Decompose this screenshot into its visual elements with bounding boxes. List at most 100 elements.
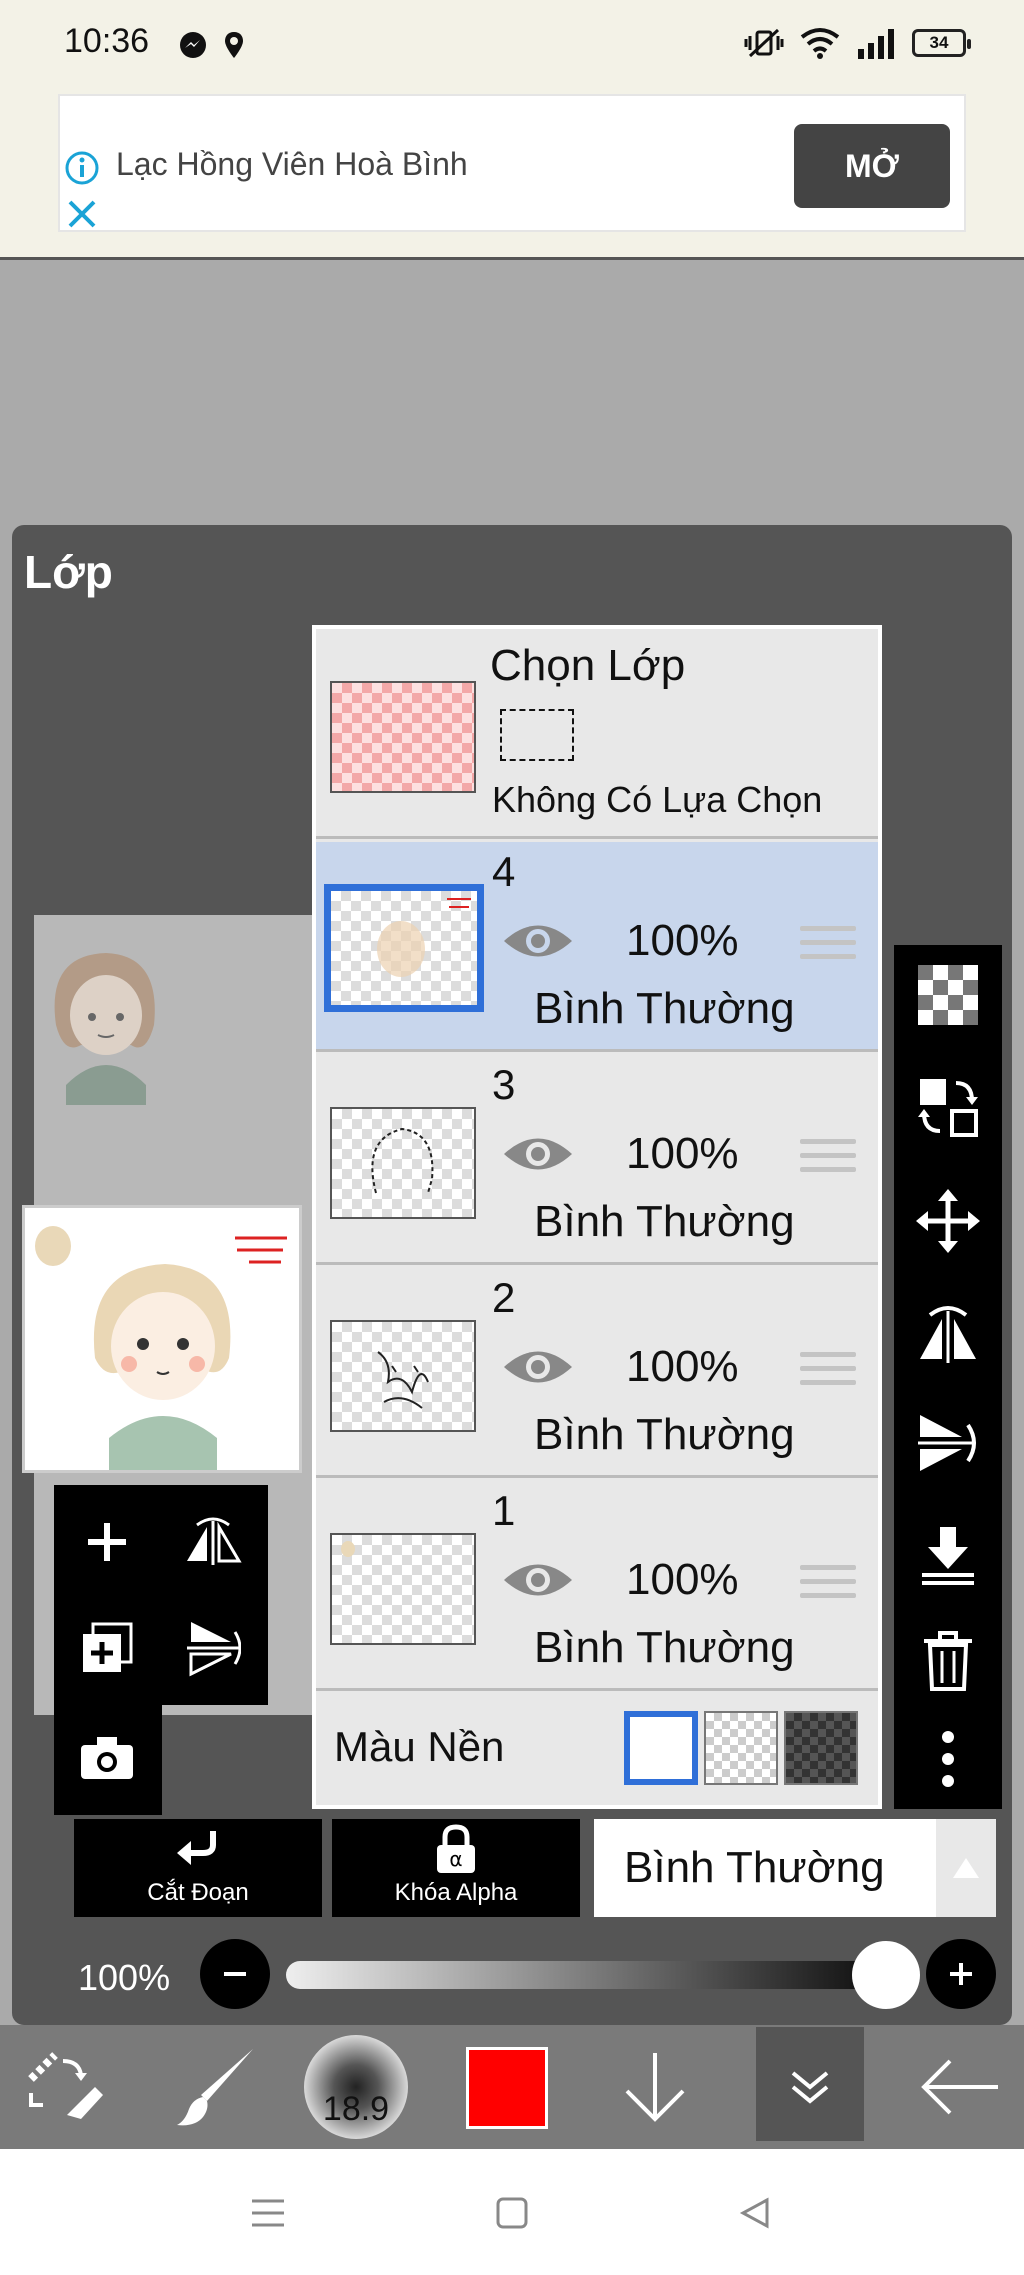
- clipping-label: Cắt Đoạn: [147, 1879, 249, 1906]
- nav-menu-button[interactable]: [238, 2183, 298, 2243]
- blend-mode-select[interactable]: Bình Thường: [594, 1819, 946, 1917]
- panel-title: Lớp: [24, 546, 113, 598]
- layer-row-3[interactable]: 3 100% Bình Thường: [316, 1055, 878, 1265]
- location-icon: [225, 32, 243, 58]
- layer-panel-toggle-button[interactable]: [756, 2027, 864, 2141]
- battery-icon: 34: [912, 29, 971, 57]
- alpha-lock-button[interactable]: α Khóa Alpha: [332, 1819, 580, 1917]
- flip-horizontal-icon: [187, 1517, 242, 1565]
- selection-layer-title: Chọn Lớp: [490, 641, 686, 690]
- status-right-icons: 34: [744, 26, 971, 60]
- trash-icon: [924, 1631, 972, 1691]
- delete-layer-button[interactable]: [908, 1621, 988, 1701]
- camera-button[interactable]: [62, 1713, 152, 1803]
- layer-thumbnail-drawing: [377, 898, 471, 977]
- drag-handle-icon[interactable]: [800, 1139, 856, 1179]
- layer-thumbnail: [330, 1107, 476, 1219]
- layer-row-2[interactable]: 2 100% Bình Thường: [316, 1268, 878, 1478]
- drag-handle-icon[interactable]: [800, 1565, 856, 1605]
- ad-title[interactable]: Lạc Hồng Viên Hoà Bình: [116, 146, 468, 183]
- home-square-icon: [496, 2197, 528, 2229]
- opacity-label: 100%: [78, 1957, 171, 1998]
- flip-vertical-layer-button[interactable]: [908, 1403, 988, 1483]
- eye-icon[interactable]: [500, 916, 576, 966]
- layer-opacity: 100%: [626, 1555, 739, 1604]
- brush-tool-button[interactable]: [160, 2025, 270, 2149]
- color-button[interactable]: [466, 2047, 548, 2129]
- blend-mode-dropdown-button[interactable]: [936, 1819, 996, 1917]
- layer-opacity: 100%: [626, 1129, 739, 1178]
- add-layer-button[interactable]: [62, 1497, 152, 1587]
- ad-open-button[interactable]: MỞ: [794, 124, 950, 208]
- background-white-swatch[interactable]: [624, 1711, 698, 1785]
- layer-transform-icon: [918, 1079, 978, 1137]
- nav-back-button[interactable]: [726, 2183, 786, 2243]
- info-icon[interactable]: [64, 150, 100, 186]
- selection-layer[interactable]: Chọn Lớp Không Có Lựa Chọn: [316, 629, 878, 839]
- thumbnail-drawing: [35, 1226, 287, 1470]
- status-bar: 10:36 34: [0, 0, 1024, 90]
- canvas-thumbnail[interactable]: [22, 1205, 302, 1473]
- select-transform-button[interactable]: [908, 1067, 988, 1147]
- flip-horizontal-button[interactable]: [168, 1497, 258, 1587]
- character-drawing: [54, 953, 155, 1105]
- layer-opacity: 100%: [626, 1342, 739, 1391]
- background-dark-swatch[interactable]: [784, 1711, 858, 1785]
- move-button[interactable]: [908, 1181, 988, 1261]
- opacity-slider-thumb[interactable]: [852, 1941, 920, 2009]
- merge-down-button[interactable]: [908, 1515, 988, 1595]
- opacity-slider-track[interactable]: [286, 1961, 916, 1989]
- close-icon[interactable]: [64, 196, 100, 232]
- background-transparent-swatch[interactable]: [704, 1711, 778, 1785]
- move-icon: [916, 1189, 980, 1253]
- layer-blend-mode: Bình Thường: [534, 984, 795, 1033]
- mute-vibrate-icon: [744, 28, 784, 58]
- opacity-increase-button[interactable]: [926, 1939, 996, 2009]
- back-triangle-icon: [739, 2197, 769, 2229]
- flip-horizontal-icon: [920, 1306, 976, 1363]
- clip-arrow-icon: [177, 1831, 216, 1865]
- right-layer-tools: [894, 945, 1002, 1809]
- wifi-icon: [800, 28, 840, 59]
- plus-icon: [950, 1963, 972, 1985]
- selection-layer-subtitle: Không Có Lựa Chọn: [492, 779, 823, 820]
- ad-banner: Lạc Hồng Viên Hoà Bình MỞ: [0, 90, 1024, 260]
- eye-icon[interactable]: [500, 1555, 576, 1605]
- eraser-swap-icon: [28, 2052, 103, 2119]
- svg-text:α: α: [449, 1847, 462, 1871]
- add-layer-copy-button[interactable]: [62, 1603, 152, 1693]
- drag-handle-icon[interactable]: [800, 926, 856, 966]
- system-nav-bar: [0, 2149, 1024, 2275]
- layer-blend-mode: Bình Thường: [534, 1410, 795, 1459]
- selection-marquee-icon: [500, 709, 574, 761]
- drag-handle-icon[interactable]: [800, 1352, 856, 1392]
- checkerboard-icon: [918, 965, 978, 1025]
- ad-card[interactable]: Lạc Hồng Viên Hoà Bình MỞ: [58, 94, 966, 232]
- camera-icon: [81, 1737, 133, 1779]
- flip-vertical-button[interactable]: [168, 1603, 258, 1693]
- layer-thumbnail-drawing: [341, 1541, 355, 1557]
- nav-home-button[interactable]: [482, 2183, 542, 2243]
- triangle-up-icon: [953, 1858, 979, 1878]
- eye-icon[interactable]: [500, 1129, 576, 1179]
- background-color-label: Màu Nền: [334, 1723, 505, 1770]
- layer-row-4[interactable]: 4 100% Bình Thường: [316, 842, 878, 1052]
- clipping-button[interactable]: Cắt Đoạn: [74, 1819, 322, 1917]
- alpha-lock-label: Khóa Alpha: [394, 1879, 518, 1906]
- tool-switch-button[interactable]: [10, 2025, 120, 2149]
- more-options-button[interactable]: [908, 1719, 988, 1799]
- transparency-button[interactable]: [908, 955, 988, 1035]
- layer-row-1[interactable]: 1 100% Bình Thường: [316, 1481, 878, 1691]
- back-button[interactable]: [900, 2025, 1020, 2149]
- duplicate-layer-icon: [83, 1622, 133, 1672]
- brush-size-button[interactable]: 18.9: [304, 2035, 408, 2139]
- layer-number: 4: [492, 848, 516, 895]
- status-left-icons: [178, 30, 246, 60]
- layer-down-button[interactable]: [600, 2025, 710, 2149]
- opacity-decrease-button[interactable]: [200, 1939, 270, 2009]
- layer-blend-mode: Bình Thường: [534, 1623, 795, 1672]
- flip-horizontal-layer-button[interactable]: [908, 1293, 988, 1373]
- eye-icon[interactable]: [500, 1342, 576, 1392]
- selection-thumbnail: [330, 681, 476, 793]
- layer-thumbnail: [330, 1320, 476, 1432]
